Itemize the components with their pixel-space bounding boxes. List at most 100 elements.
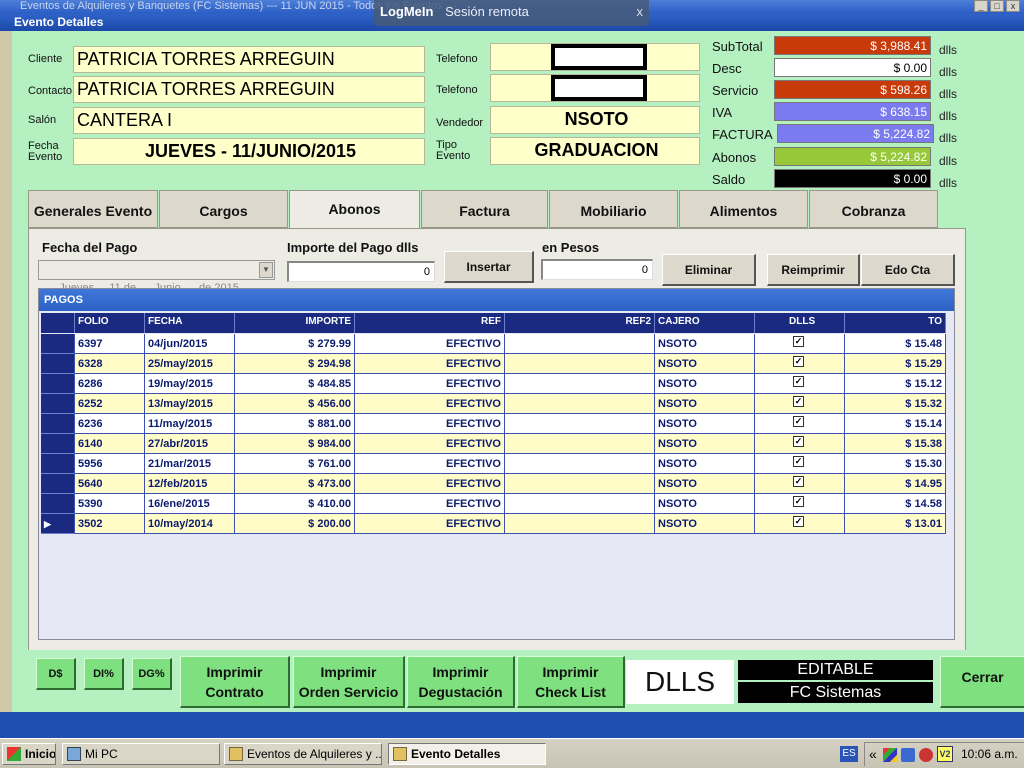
col-importe[interactable]: IMPORTE	[235, 313, 355, 333]
dlls-checkbox[interactable]: ✓	[793, 455, 804, 467]
taskbar-item-evento-detalles[interactable]: Evento Detalles	[388, 743, 546, 765]
table-row[interactable]: 5390 16/ene/2015 $ 410.00 EFECTIVO NSOTO ✓ $ 1…	[41, 494, 946, 514]
windows-flag-icon[interactable]	[883, 748, 897, 762]
dlls-checkbox[interactable]: ✓	[793, 415, 804, 427]
table-row[interactable]: ▶ 3502 10/may/2014 $ 200.00 EFECTIVO NSOTO ✓ $ …	[41, 514, 946, 534]
dlls-checkbox[interactable]: ✓	[793, 495, 804, 507]
cell-dlls[interactable]: ✓	[755, 494, 845, 514]
taskbar-item-eventos[interactable]: Eventos de Alquileres y ...	[224, 743, 382, 765]
salon-field[interactable]: CANTERA I	[73, 107, 425, 134]
col-ref[interactable]: REF	[355, 313, 505, 333]
language-indicator[interactable]: ES	[840, 746, 858, 762]
row-selector[interactable]	[41, 454, 75, 474]
dlls-checkbox[interactable]: ✓	[793, 475, 804, 487]
dlls-checkbox[interactable]: ✓	[793, 395, 804, 407]
dlls-checkbox[interactable]: ✓	[793, 515, 804, 527]
cell-dlls[interactable]: ✓	[755, 474, 845, 494]
tipo-evento-field[interactable]: GRADUACION	[490, 137, 700, 165]
row-selector[interactable]	[41, 354, 75, 374]
cell-ref2	[505, 374, 655, 394]
row-selector[interactable]	[41, 334, 75, 354]
pagos-grid-title: PAGOS	[39, 289, 954, 311]
telefono2-field[interactable]	[490, 74, 700, 102]
tab-alimentos[interactable]: Alimentos	[679, 190, 808, 228]
close-button[interactable]: x	[1006, 0, 1020, 12]
tray-expand-icon[interactable]: «	[869, 743, 877, 765]
fecha-pago-picker[interactable]: Jueves , 11 de Junio de 2015 ▼	[38, 260, 275, 294]
importe-pago-input[interactable]: 0	[287, 261, 435, 282]
cell-dlls[interactable]: ✓	[755, 454, 845, 474]
insertar-button[interactable]: Insertar	[444, 251, 534, 283]
total-label-iva: IVA	[712, 105, 732, 120]
vendedor-field[interactable]: NSOTO	[490, 106, 700, 134]
row-selector[interactable]	[41, 474, 75, 494]
table-row[interactable]: 6328 25/may/2015 $ 294.98 EFECTIVO NSOTO ✓ $ 1…	[41, 354, 946, 374]
vnc-icon[interactable]: V2	[937, 746, 953, 762]
d-dollar-button[interactable]: D$	[36, 658, 76, 690]
row-selector[interactable]: ▶	[41, 514, 75, 534]
cell-dlls[interactable]: ✓	[755, 434, 845, 454]
di-percent-button[interactable]: DI%	[84, 658, 124, 690]
col-dlls[interactable]: DLLS	[755, 313, 845, 333]
contacto-field[interactable]: PATRICIA TORRES ARREGUIN	[73, 76, 425, 103]
table-row[interactable]: 5640 12/feb/2015 $ 473.00 EFECTIVO NSOTO ✓ $ 1…	[41, 474, 946, 494]
table-row[interactable]: 5956 21/mar/2015 $ 761.00 EFECTIVO NSOTO ✓ $ 1…	[41, 454, 946, 474]
col-cajero[interactable]: CAJERO	[655, 313, 755, 333]
row-selector[interactable]	[41, 414, 75, 434]
row-selector[interactable]	[41, 434, 75, 454]
logmein-close-icon[interactable]: x	[637, 0, 644, 24]
en-pesos-input[interactable]: 0	[541, 259, 653, 280]
imprimir-degustacion-button[interactable]: Imprimir Degustación	[407, 656, 515, 708]
chevron-down-icon[interactable]: ▼	[259, 262, 273, 278]
tab-generales-evento[interactable]: Generales Evento	[28, 190, 158, 228]
total-label-factura: FACTURA	[712, 127, 773, 142]
reimprimir-button[interactable]: Reimprimir	[767, 254, 860, 286]
fecha-evento-field[interactable]: JUEVES - 11/JUNIO/2015	[73, 138, 425, 165]
cliente-field[interactable]: PATRICIA TORRES ARREGUIN	[73, 46, 425, 73]
col-ref2[interactable]: REF2	[505, 313, 655, 333]
cell-dlls[interactable]: ✓	[755, 514, 845, 534]
cell-dlls[interactable]: ✓	[755, 354, 845, 374]
tab-cobranza[interactable]: Cobranza	[809, 190, 938, 228]
imprimir-check-list-button[interactable]: Imprimir Check List	[517, 656, 625, 708]
dlls-checkbox[interactable]: ✓	[793, 435, 804, 447]
eliminar-button[interactable]: Eliminar	[662, 254, 756, 286]
network-icon[interactable]	[901, 748, 915, 762]
cell-importe: $ 410.00	[235, 494, 355, 514]
tab-factura[interactable]: Factura	[421, 190, 548, 228]
cell-dlls[interactable]: ✓	[755, 414, 845, 434]
cell-dlls[interactable]: ✓	[755, 394, 845, 414]
table-row[interactable]: 6397 04/jun/2015 $ 279.99 EFECTIVO NSOTO ✓ $ 1…	[41, 334, 946, 354]
start-button[interactable]: Inicio	[2, 743, 56, 765]
maximize-button[interactable]: □	[990, 0, 1004, 12]
table-row[interactable]: 6236 11/may/2015 $ 881.00 EFECTIVO NSOTO ✓ $ 1…	[41, 414, 946, 434]
cell-dlls[interactable]: ✓	[755, 334, 845, 354]
tab-mobiliario[interactable]: Mobiliario	[549, 190, 678, 228]
minimize-button[interactable]: _	[974, 0, 988, 12]
cell-folio: 6236	[75, 414, 145, 434]
tab-abonos[interactable]: Abonos	[289, 190, 420, 228]
table-row[interactable]: 6252 13/may/2015 $ 456.00 EFECTIVO NSOTO ✓ $ 1…	[41, 394, 946, 414]
row-selector[interactable]	[41, 494, 75, 514]
cell-dlls[interactable]: ✓	[755, 374, 845, 394]
taskbar-item-mi-pc[interactable]: Mi PC	[62, 743, 220, 765]
col-fecha[interactable]: FECHA	[145, 313, 235, 333]
security-icon[interactable]	[919, 748, 933, 762]
dlls-checkbox[interactable]: ✓	[793, 355, 804, 367]
table-row[interactable]: 6286 19/may/2015 $ 484.85 EFECTIVO NSOTO ✓ $ 1…	[41, 374, 946, 394]
row-selector[interactable]	[41, 374, 75, 394]
cerrar-button[interactable]: Cerrar	[940, 656, 1024, 708]
dlls-checkbox[interactable]: ✓	[793, 375, 804, 387]
dlls-checkbox[interactable]: ✓	[793, 335, 804, 347]
imprimir-orden-servicio-button[interactable]: Imprimir Orden Servicio	[293, 656, 405, 708]
col-to[interactable]: TO	[845, 313, 946, 333]
cell-to: $ 15.30	[845, 454, 946, 474]
imprimir-contrato-button[interactable]: Imprimir Contrato	[180, 656, 290, 708]
col-folio[interactable]: FOLIO	[75, 313, 145, 333]
table-row[interactable]: 6140 27/abr/2015 $ 984.00 EFECTIVO NSOTO ✓ $ 1…	[41, 434, 946, 454]
tab-cargos[interactable]: Cargos	[159, 190, 288, 228]
telefono-field[interactable]	[490, 43, 700, 71]
row-selector[interactable]	[41, 394, 75, 414]
dg-percent-button[interactable]: DG%	[132, 658, 172, 690]
edo-cta-button[interactable]: Edo Cta	[861, 254, 955, 286]
